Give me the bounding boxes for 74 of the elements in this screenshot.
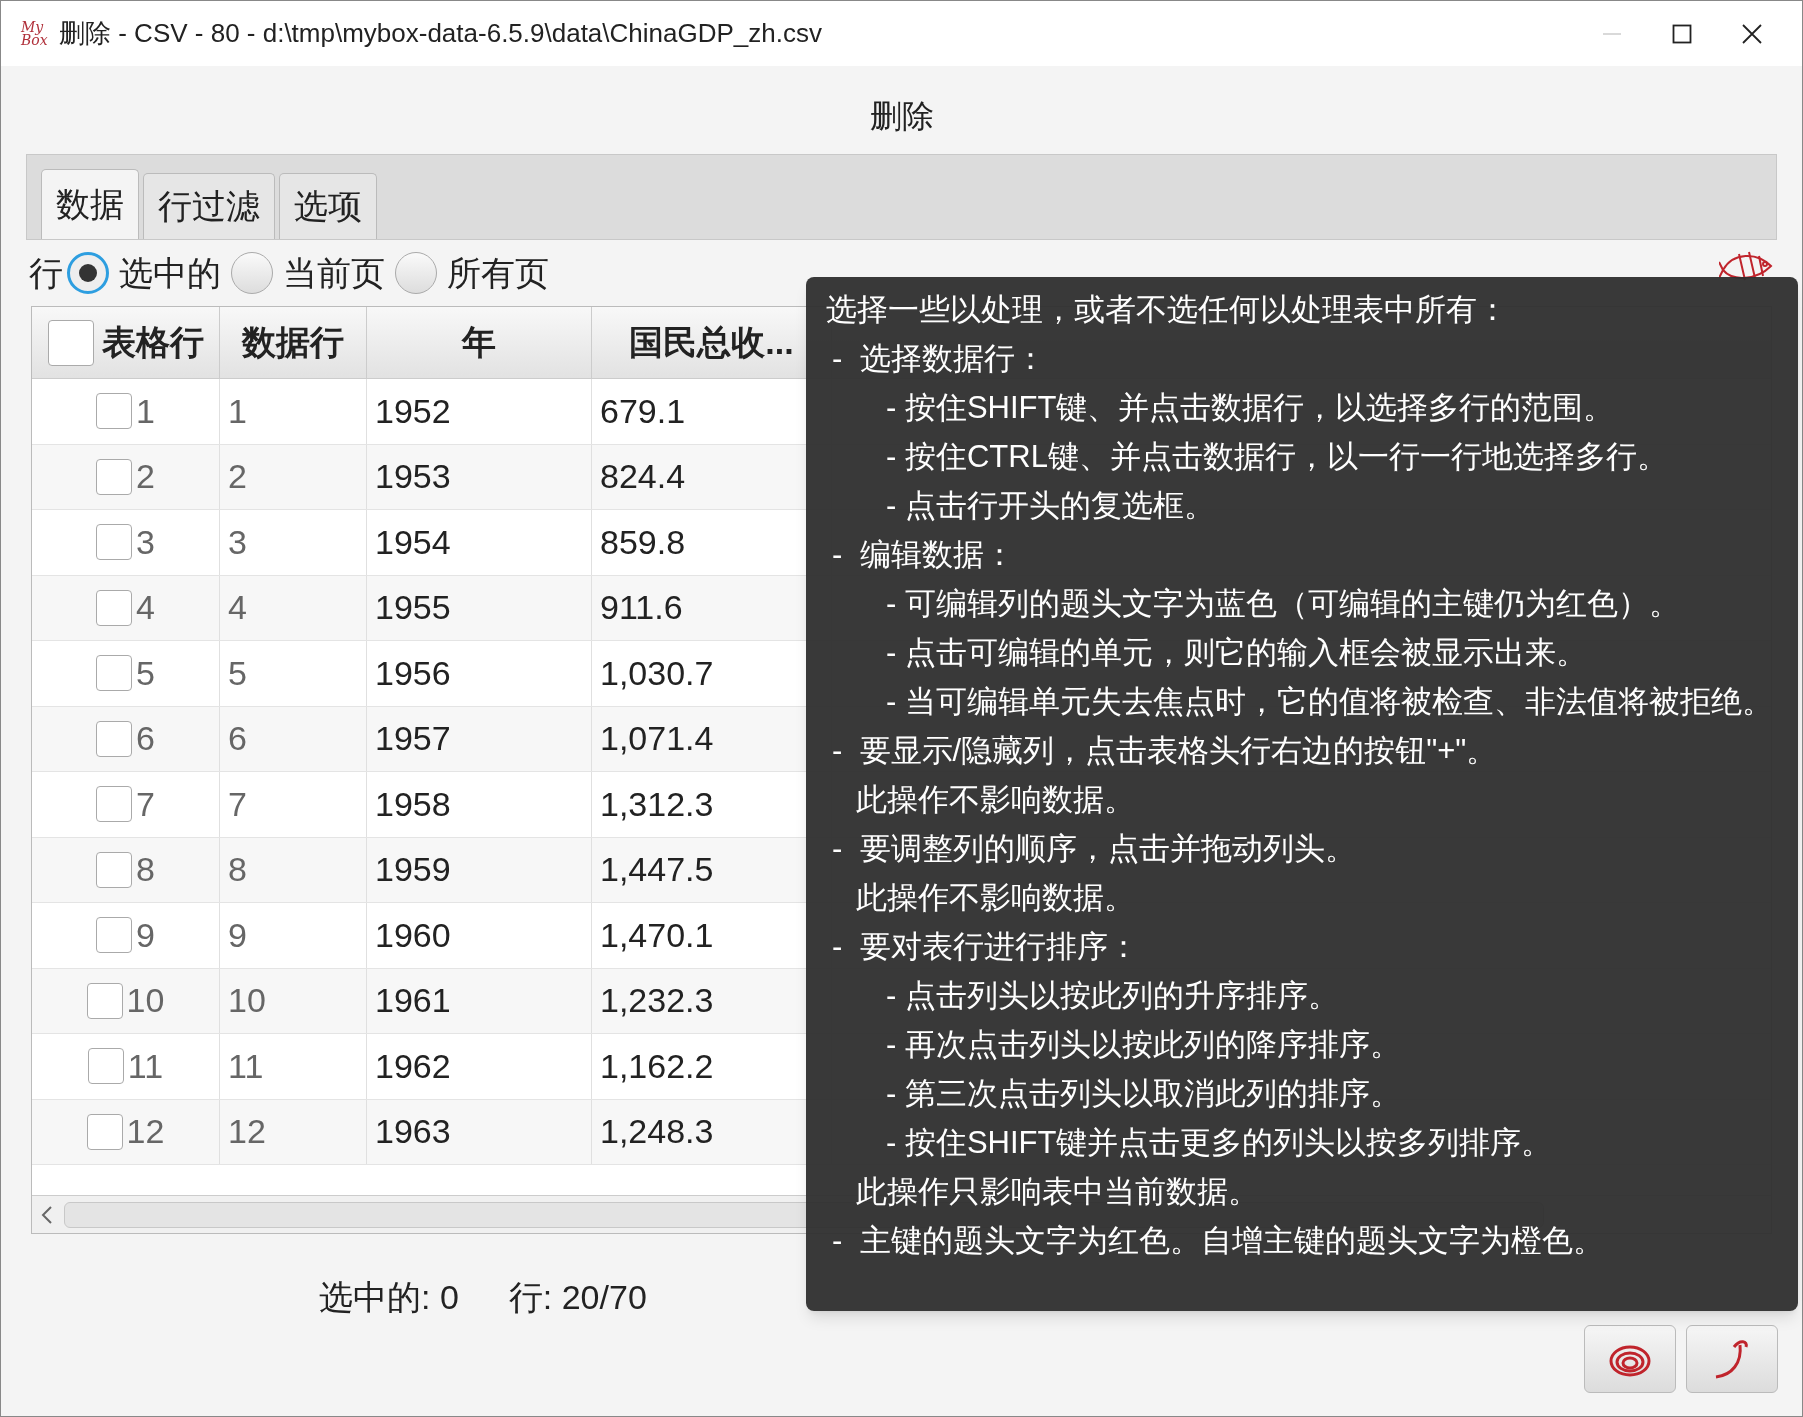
table-cell-text: 1,248.3 (600, 1111, 714, 1153)
table-row-number: 7 (136, 783, 155, 825)
tooltip-text: - 当可编辑单元失去焦点时，它的值将被检查、非法值将被拒绝。 (886, 684, 1773, 719)
table-row-number: 2 (136, 456, 155, 498)
table-cell-text: 1962 (375, 1045, 451, 1087)
table-cell-text: 1960 (375, 914, 451, 956)
table-row-number: 10 (126, 980, 165, 1022)
window-title: 删除 - CSV - 80 - d:\tmp\mybox-data-6.5.9\data\ChinaGDP_zh.csv (59, 17, 822, 50)
tooltip-text: - 要显示/隐藏列，点击表格头行右边的按钮"+"。 (832, 733, 1498, 768)
table-row-number: 1 (136, 390, 155, 432)
tooltip-text: - 编辑数据： (832, 537, 1015, 572)
table-row-number: 3 (136, 521, 155, 563)
table-cell-text: 12 (228, 1111, 266, 1153)
tooltip-text: - 要对表行进行排序： (832, 929, 1139, 964)
tooltip-text: - 按住CTRL键、并点击数据行，以一行一行地选择多行。 (886, 439, 1668, 474)
table-cell-text: 859.8 (600, 521, 686, 563)
table-cell-text: 11 (228, 1045, 264, 1087)
tooltip-text: - 再次点击列头以按此列的降序排序。 (886, 1027, 1401, 1062)
row-count: 行: 20/70 (508, 1277, 647, 1318)
tooltip-text: - 按住SHIFT键、并点击数据行，以选择多行的范围。 (886, 390, 1615, 425)
table-cell-text: 3 (228, 521, 247, 563)
table-cell-text: 2 (228, 456, 247, 498)
table-cell-text: 1963 (375, 1111, 451, 1153)
tooltip-text: 此操作只影响表中当前数据。 (856, 1174, 1259, 1209)
table-row-number: 5 (136, 652, 155, 694)
table-cell-text: 7 (228, 783, 247, 825)
table-row-number: 4 (136, 587, 155, 629)
table-row-number: 11 (127, 1045, 164, 1087)
table-cell-text: 679.1 (600, 390, 686, 432)
table-cell-text: 1,071.4 (600, 718, 714, 760)
tooltip-text: - 点击可编辑的单元，则它的输入框会被显示出来。 (886, 635, 1587, 670)
table-cell-text: 911.6 (600, 587, 683, 629)
tooltip-text: - 第三次点击列头以取消此列的排序。 (886, 1076, 1401, 1111)
table-cell-text: 1,030.7 (600, 652, 714, 694)
table-cell-text: 1956 (375, 652, 451, 694)
table-cell-text: 9 (228, 914, 247, 956)
table-row-number: 12 (126, 1111, 165, 1153)
table-cell-text: 1959 (375, 849, 451, 891)
table-cell-text: 10 (228, 980, 266, 1022)
tooltip-text: - 可编辑列的题头文字为蓝色（可编辑的主键仍为红色）。 (886, 586, 1680, 621)
table-cell-text: 1 (228, 390, 247, 432)
table-row-number: 6 (136, 718, 155, 760)
table-cell-text: 1952 (375, 390, 451, 432)
table-cell-text: 4 (228, 587, 247, 629)
tooltip-text: 选择一些以处理，或者不选任何以处理表中所有： (826, 292, 1508, 327)
tooltip-text: - 要调整列的顺序，点击并拖动列头。 (832, 831, 1356, 866)
table-row-number: 8 (136, 849, 155, 891)
table-row-number: 9 (136, 914, 155, 956)
table-cell-text: 1,447.5 (600, 849, 714, 891)
table-cell-text: 1958 (375, 783, 451, 825)
dialog-heading: 删除 (869, 97, 934, 136)
table-cell-text: 1,470.1 (600, 914, 714, 956)
table-cell-text: 1,162.2 (600, 1045, 714, 1087)
tooltip-text: - 选择数据行： (832, 341, 1046, 376)
selected-count: 选中的: 0 (319, 1277, 459, 1318)
table-cell-text: 1953 (375, 456, 451, 498)
table-cell-text: 5 (228, 652, 247, 694)
tooltip-text: - 按住SHIFT键并点击更多的列头以按多列排序。 (886, 1125, 1553, 1160)
table-cell-text: 1961 (375, 980, 451, 1022)
tooltip-text: - 点击列头以按此列的升序排序。 (886, 978, 1339, 1013)
table-cell-text: 1957 (375, 718, 451, 760)
table-cell-text: 1954 (375, 521, 451, 563)
table-cell-text: 824.4 (600, 456, 686, 498)
rows-label: 行 (29, 252, 63, 294)
tooltip-text: - 点击行开头的复选框。 (886, 488, 1215, 523)
table-cell-text: 6 (228, 718, 247, 760)
table-cell-text: 8 (228, 849, 247, 891)
tooltip-text: - 主键的题头文字为红色。自增主键的题头文字为橙色。 (832, 1223, 1604, 1258)
app-logo: My Box (21, 20, 49, 47)
table-cell-text: 1,232.3 (600, 980, 714, 1022)
table-cell-text: 1955 (375, 587, 451, 629)
tooltip-text: 此操作不影响数据。 (856, 880, 1135, 915)
tooltip-text: 此操作不影响数据。 (856, 782, 1135, 817)
table-cell-text: 1,312.3 (600, 783, 714, 825)
